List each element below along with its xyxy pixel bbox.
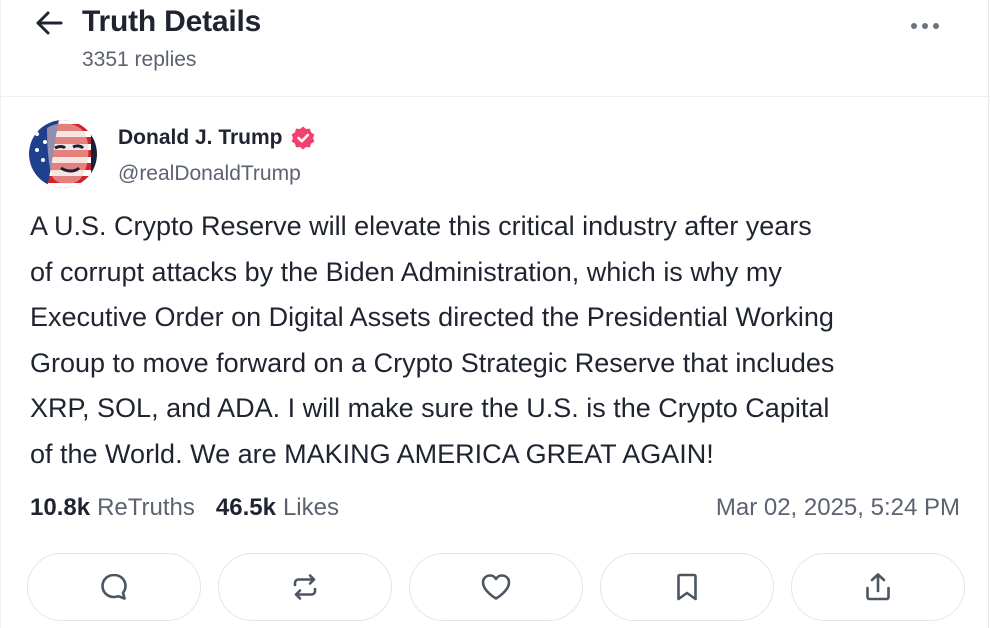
post-stats: 10.8k ReTruths 46.5k Likes xyxy=(30,494,339,522)
avatar-flag-portrait xyxy=(29,120,97,188)
truth-details-page: Truth Details 3351 replies Donald J. Tru… xyxy=(0,0,990,628)
likes-label: Likes xyxy=(282,494,339,521)
verified-badge-icon xyxy=(290,125,316,151)
arrow-left-icon xyxy=(36,11,63,35)
page-title: Truth Details xyxy=(82,5,262,38)
retruths-stat[interactable]: 10.8k ReTruths xyxy=(30,494,195,522)
more-dot xyxy=(933,23,939,29)
like-button[interactable] xyxy=(409,553,583,621)
likes-stat[interactable]: 46.5k Likes xyxy=(216,494,339,522)
post-body: A U.S. Crypto Reserve will elevate this … xyxy=(30,211,835,469)
retruths-count: 10.8k xyxy=(30,494,91,521)
author-handle[interactable]: @realDonaldTrump xyxy=(118,162,301,186)
reply-count: 3351 replies xyxy=(82,48,197,71)
likes-count: 46.5k xyxy=(215,494,276,521)
post-actions xyxy=(27,553,967,623)
reply-icon xyxy=(101,573,127,600)
avatar[interactable] xyxy=(29,120,97,188)
retruths-label: ReTruths xyxy=(97,494,195,521)
reply-button[interactable] xyxy=(27,553,201,621)
more-horizontal-icon xyxy=(911,23,917,29)
share-icon xyxy=(866,573,890,601)
author-name[interactable]: Donald J. Trump xyxy=(118,125,316,151)
bookmark-button[interactable] xyxy=(600,553,774,621)
retruth-icon xyxy=(293,574,317,600)
bookmark-icon xyxy=(677,573,697,601)
heart-icon xyxy=(481,574,511,600)
more-dot xyxy=(922,23,928,29)
header-divider xyxy=(1,96,990,97)
author-name-text: Donald J. Trump xyxy=(118,126,283,149)
retruth-button[interactable] xyxy=(218,553,392,621)
share-button[interactable] xyxy=(791,553,965,621)
post-timestamp: Mar 02, 2025, 5:24 PM xyxy=(715,494,960,521)
back-button[interactable] xyxy=(31,8,67,38)
more-options-button[interactable] xyxy=(903,12,947,40)
